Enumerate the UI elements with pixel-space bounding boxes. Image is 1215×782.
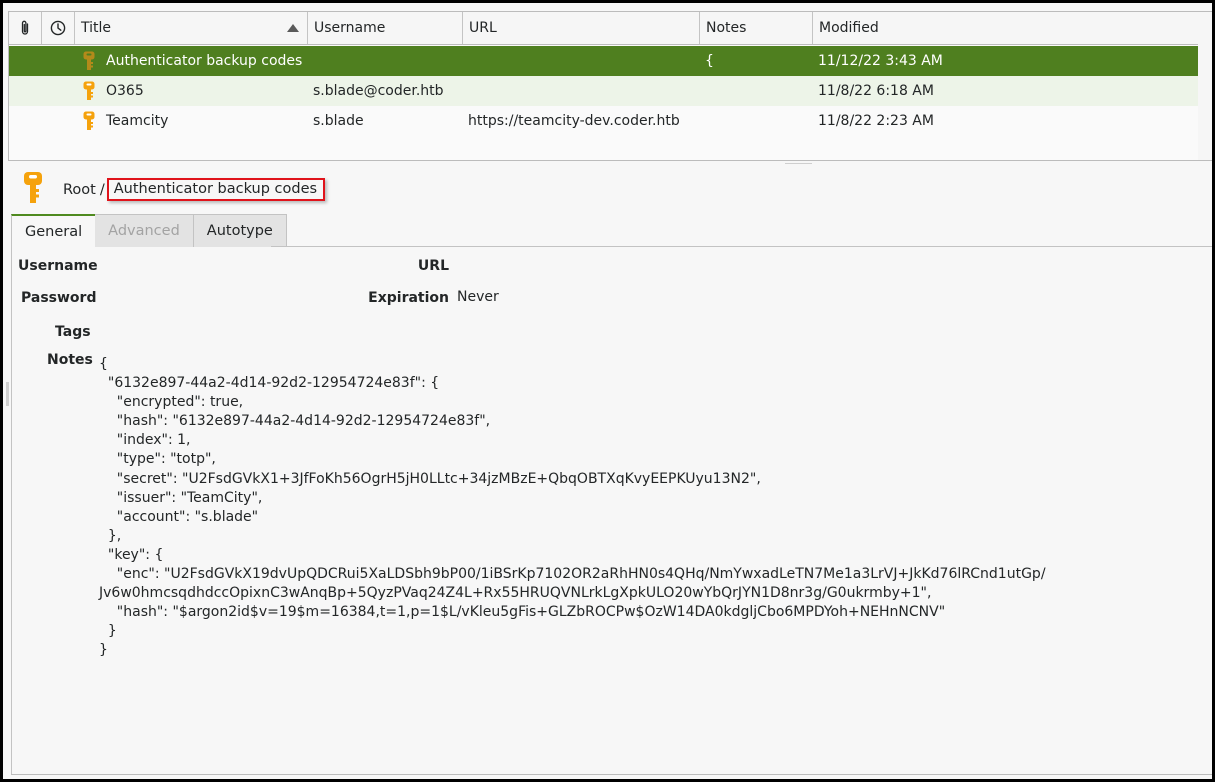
key-icon bbox=[83, 81, 95, 100]
breadcrumb-entry-title: Authenticator backup codes bbox=[106, 178, 326, 201]
entry-key-icon bbox=[24, 172, 42, 203]
entry-title: Authenticator backup codes bbox=[106, 53, 303, 69]
table-row[interactable]: O365 s.blade@coder.htb 11/8/22 6:18 AM bbox=[9, 76, 1199, 106]
divider bbox=[11, 247, 12, 774]
cell-notes bbox=[699, 106, 812, 136]
cell-title: Teamcity bbox=[75, 106, 307, 136]
breadcrumb-separator: / bbox=[99, 181, 105, 198]
url-label: URL bbox=[417, 258, 449, 274]
username-label: Username bbox=[18, 258, 98, 274]
cell-attachment bbox=[9, 46, 42, 76]
breadcrumb-group: Root bbox=[63, 181, 96, 198]
cell-url: https://teamcity-dev.coder.htb bbox=[468, 113, 680, 129]
entry-title: O365 bbox=[106, 83, 144, 99]
cell-username: s.blade@coder.htb bbox=[313, 83, 444, 99]
cell-modified: 11/12/22 3:43 AM bbox=[818, 53, 943, 69]
side-splitter-handle[interactable] bbox=[6, 382, 9, 406]
notes-value[interactable]: { "6132e897-44a2-4d14-92d2-12954724e83f"… bbox=[99, 355, 1046, 661]
entry-table: Title Username URL Notes Modified Authen… bbox=[8, 11, 1212, 161]
column-header-username-label: Username bbox=[314, 20, 386, 36]
entry-tabs: General Advanced Autotype bbox=[11, 214, 287, 247]
tab-autotype[interactable]: Autotype bbox=[193, 214, 287, 247]
cell-notes: { bbox=[705, 53, 714, 69]
key-icon bbox=[83, 111, 95, 130]
column-header-notes[interactable]: Notes bbox=[700, 12, 813, 44]
tags-label: Tags bbox=[55, 324, 91, 340]
column-header-modified-label: Modified bbox=[819, 20, 879, 36]
table-row[interactable]: Teamcity s.blade https://teamcity-dev.co… bbox=[9, 106, 1199, 136]
paperclip-icon bbox=[21, 20, 29, 35]
cell-title: Authenticator backup codes bbox=[75, 46, 307, 76]
breadcrumb: Root / Authenticator backup codes bbox=[63, 178, 326, 201]
tab-advanced: Advanced bbox=[95, 214, 194, 247]
cell-username: s.blade bbox=[313, 113, 364, 129]
column-header-attachment[interactable] bbox=[9, 12, 42, 44]
column-header-title[interactable]: Title bbox=[75, 12, 308, 44]
table-row[interactable]: Authenticator backup codes { 11/12/22 3:… bbox=[9, 46, 1199, 76]
divider bbox=[8, 160, 1212, 161]
expiration-label: Expiration bbox=[368, 290, 449, 306]
sort-ascending-icon bbox=[287, 24, 299, 32]
expiration-value: Never bbox=[457, 289, 499, 305]
splitter-handle[interactable] bbox=[785, 163, 812, 164]
column-header-username[interactable]: Username bbox=[308, 12, 463, 44]
table-scroll-gutter bbox=[1198, 12, 1212, 161]
table-header: Title Username URL Notes Modified bbox=[9, 12, 1199, 45]
cell-username bbox=[307, 46, 462, 76]
password-label: Password bbox=[21, 290, 97, 306]
cell-modified-time bbox=[42, 76, 75, 106]
cell-modified-time bbox=[42, 106, 75, 136]
cell-title: O365 bbox=[75, 76, 307, 106]
cell-attachment bbox=[9, 76, 42, 106]
divider bbox=[11, 774, 1212, 775]
cell-modified: 11/8/22 2:23 AM bbox=[818, 113, 934, 129]
entry-title: Teamcity bbox=[106, 113, 169, 129]
tab-general[interactable]: General bbox=[11, 214, 96, 247]
cell-modified: 11/8/22 6:18 AM bbox=[818, 83, 934, 99]
cell-url bbox=[462, 46, 699, 76]
column-header-notes-label: Notes bbox=[706, 20, 747, 36]
cell-notes bbox=[699, 76, 812, 106]
column-header-url-label: URL bbox=[469, 20, 497, 36]
column-header-title-label: Title bbox=[81, 20, 112, 36]
divider bbox=[271, 246, 1212, 247]
cell-modified-time bbox=[42, 46, 75, 76]
cell-url bbox=[462, 76, 699, 106]
notes-label: Notes bbox=[47, 352, 93, 368]
cell-attachment bbox=[9, 106, 42, 136]
clock-icon bbox=[50, 20, 66, 36]
column-header-modified-time[interactable] bbox=[42, 12, 75, 44]
keepassxc-window: Title Username URL Notes Modified Authen… bbox=[3, 3, 1212, 779]
table-body: Authenticator backup codes { 11/12/22 3:… bbox=[9, 46, 1199, 136]
key-icon bbox=[83, 51, 95, 70]
column-header-modified[interactable]: Modified bbox=[813, 12, 1199, 44]
column-header-url[interactable]: URL bbox=[463, 12, 700, 44]
